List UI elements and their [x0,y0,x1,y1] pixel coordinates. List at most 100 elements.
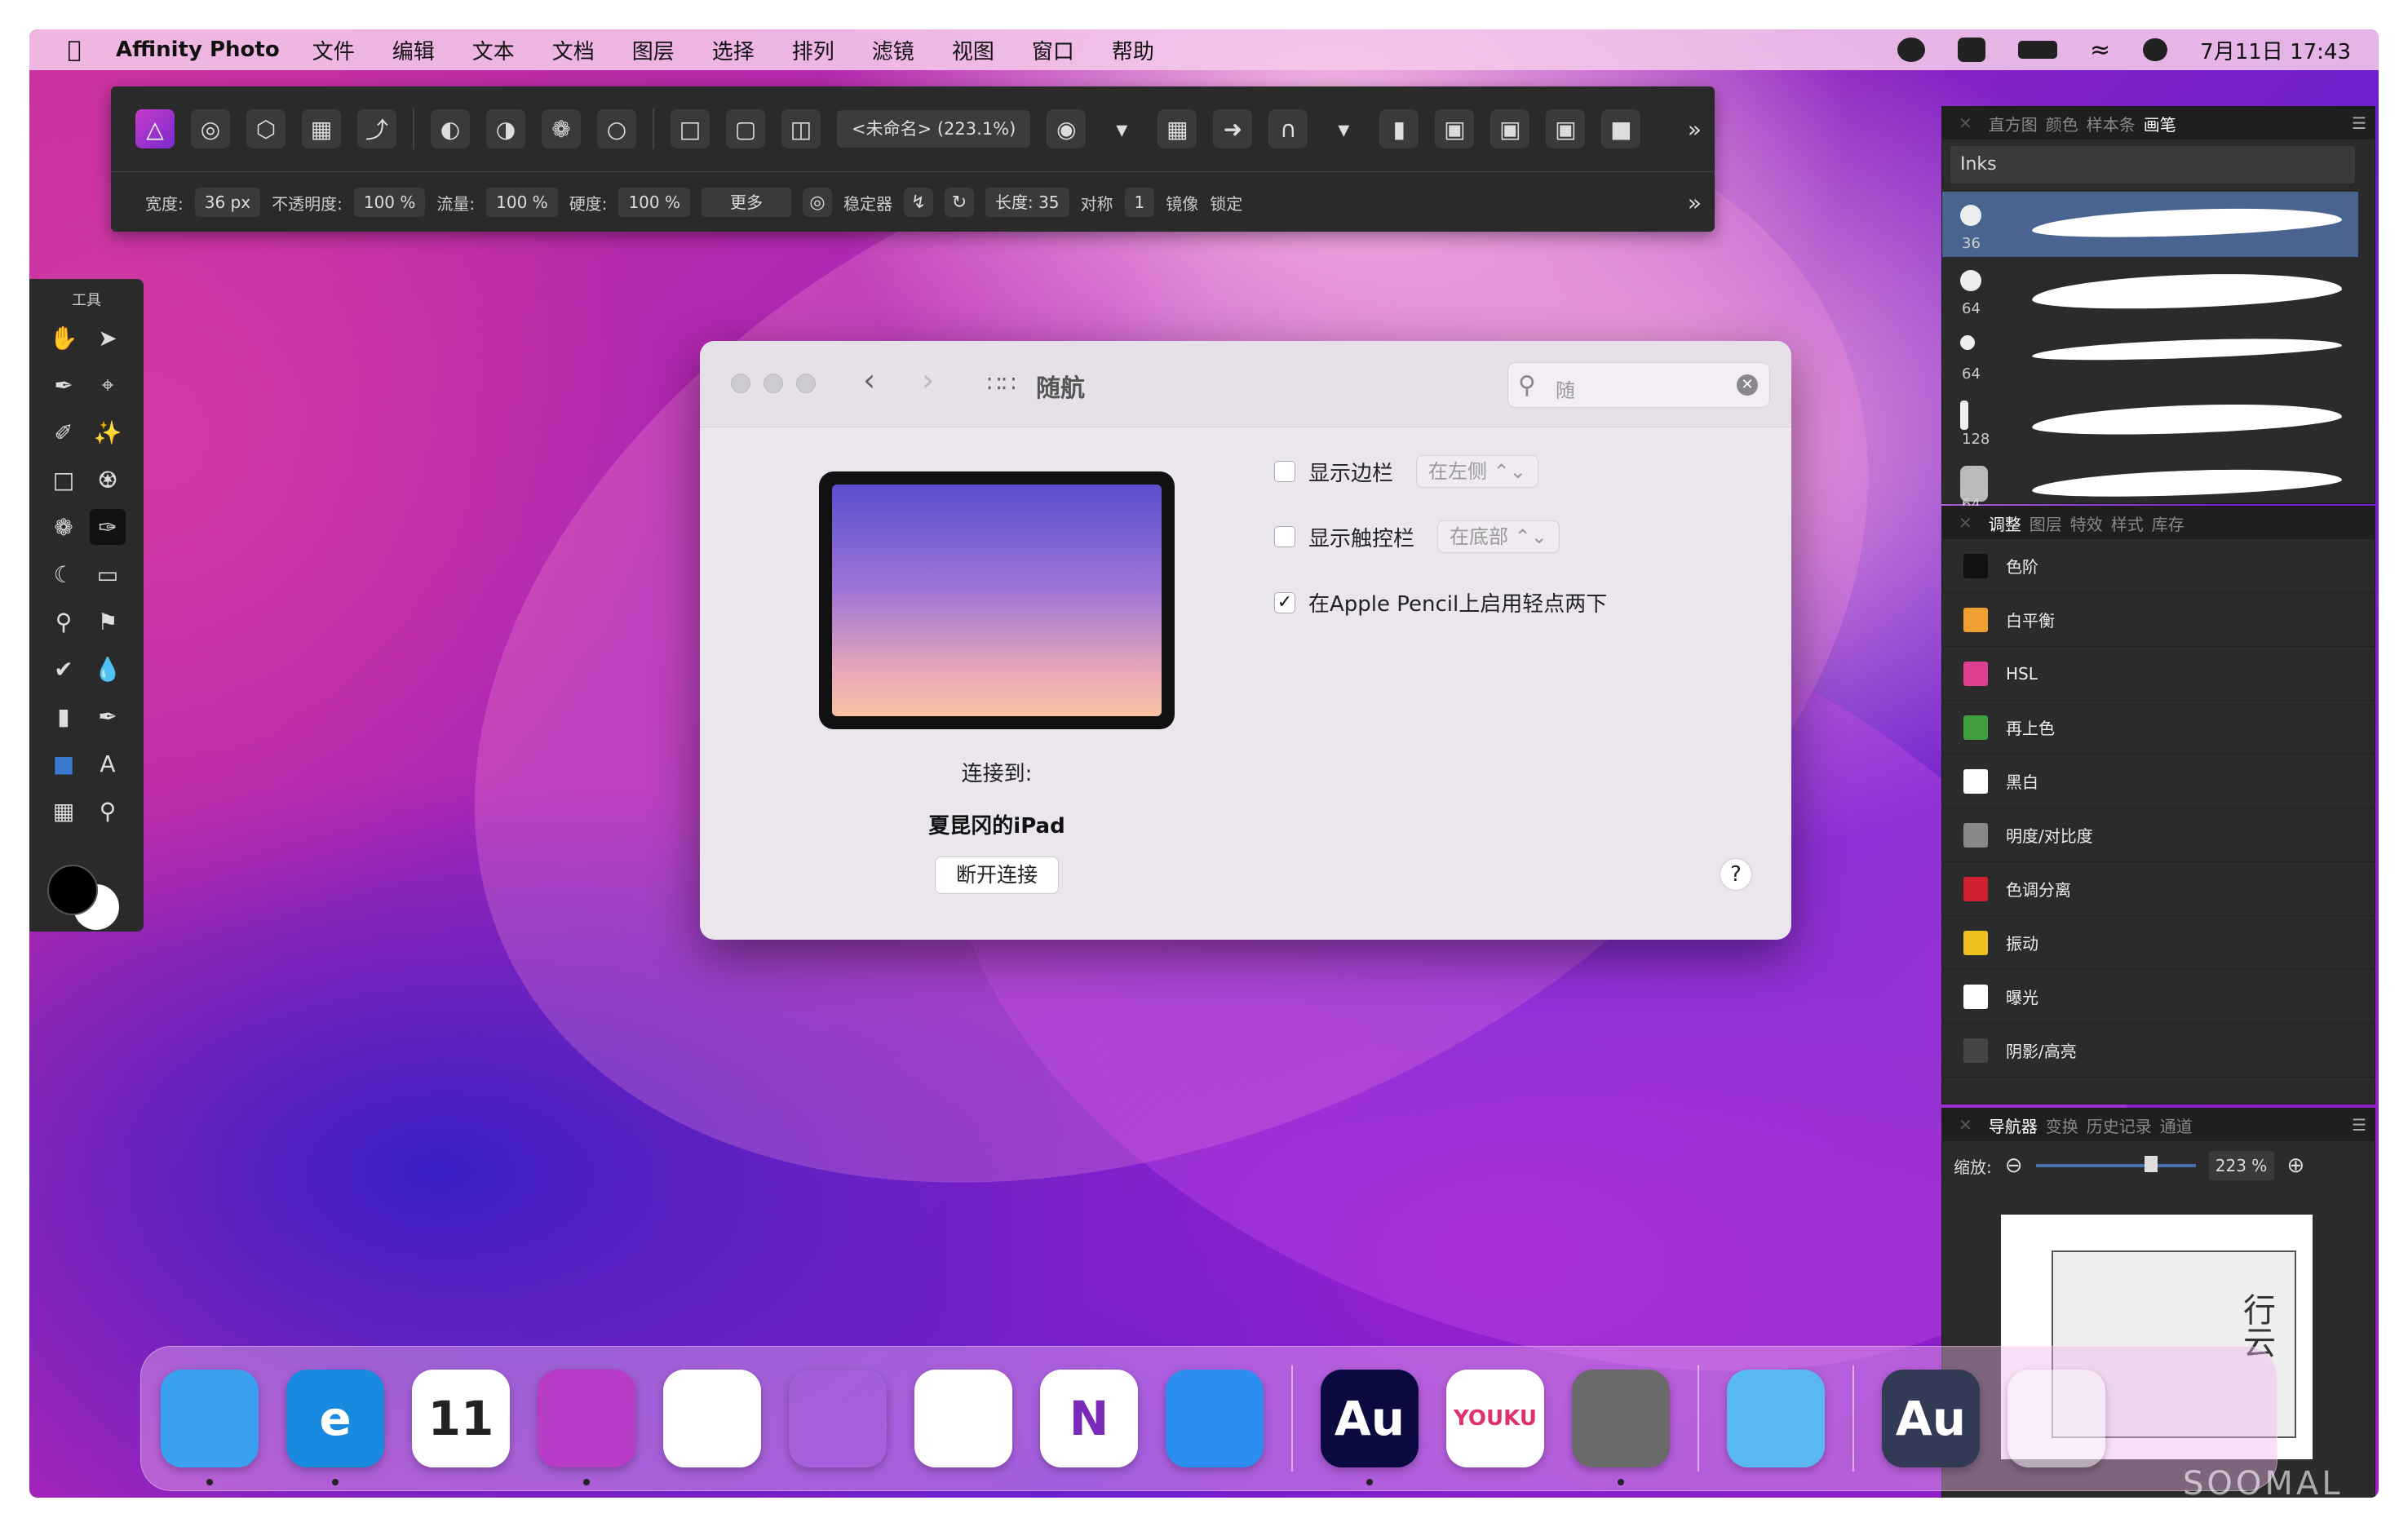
zoom-slider-knob[interactable] [2144,1156,2158,1172]
adjustment-item[interactable]: 曝光 [1942,970,2375,1024]
move-tool-icon[interactable]: ➤ [90,320,126,356]
brush-item[interactable]: 128 [1942,387,2358,453]
adjustment-item[interactable]: 黑白 [1942,755,2375,808]
adjustment-item[interactable]: 再上色 [1942,701,2375,755]
grid-icon[interactable]: ▦ [1158,109,1197,148]
assistant-icon[interactable]: ➜ [1213,109,1253,148]
overflow-chevron-icon[interactable]: » [1688,189,1702,216]
menu-arrange[interactable]: 排列 [792,35,834,65]
color-replacement-tool-icon[interactable]: ❁ [46,509,82,545]
lock-checkbox[interactable]: 锁定 [1210,191,1242,215]
forward-chevron-icon[interactable]: › [922,362,934,398]
adjustment-item[interactable]: 阴影/高亮 [1942,1024,2375,1078]
disconnect-button[interactable]: 断开连接 [935,856,1059,894]
perspective-tool-icon[interactable]: ▦ [46,793,82,829]
adjustment-item[interactable]: 白平衡 [1942,593,2375,647]
arrange-forward-icon[interactable]: ▣ [1490,109,1530,148]
dock-app-affinity-photo[interactable] [538,1370,635,1485]
tab-swatches[interactable]: 样本条 [2087,112,2136,135]
tab-styles[interactable]: 样式 [2111,511,2144,535]
back-chevron-icon[interactable]: ‹ [863,362,875,398]
search-input[interactable]: ⚲ 随 ✕ [1507,362,1770,408]
show-all-grid-icon[interactable]: ∷∷ [987,370,1016,397]
dock-app-vscode[interactable] [663,1370,761,1467]
menu-text[interactable]: 文本 [472,35,515,65]
dropdown-arrow-icon[interactable]: ▾ [1102,109,1141,148]
menu-view[interactable]: 视图 [952,35,994,65]
invert-selection-icon[interactable]: ◫ [781,109,821,148]
more-button[interactable]: 更多 [701,188,791,217]
color-well[interactable] [47,865,129,930]
blur-tool-icon[interactable]: 💧 [90,651,126,687]
tab-histogram[interactable]: 直方图 [1989,112,2038,135]
dock-app-youku[interactable]: YOUKU [1446,1370,1544,1467]
photo-persona-icon[interactable]: △ [135,109,175,148]
adjustment-item[interactable]: 明度/对比度 [1942,808,2375,862]
crop-tool-icon[interactable]: ⌖ [90,367,126,403]
zoom-out-icon[interactable]: ⊖ [2005,1153,2023,1178]
brush-category-select[interactable]: Inks [1950,146,2355,184]
pressure-icon[interactable]: ◎ [802,188,832,217]
minimize-button[interactable] [764,374,783,393]
deselect-icon[interactable]: ▢ [726,109,765,148]
quick-mask-icon[interactable]: ◉ [1047,109,1087,148]
dock-app-system-preferences[interactable] [1572,1370,1670,1485]
flow-field[interactable]: 100 % [486,188,558,217]
tab-brushes[interactable]: 画笔 [2144,112,2176,135]
rectangle-tool-icon[interactable]: ■ [46,746,82,781]
zoom-in-icon[interactable]: ⊕ [2287,1153,2305,1178]
window-mode-icon[interactable]: ↻ [944,188,974,217]
menu-window[interactable]: 窗口 [1032,35,1074,65]
status-app-icon[interactable] [1897,38,1926,62]
symmetry-count-field[interactable]: 1 [1124,188,1155,217]
dock-app-messages[interactable] [1166,1370,1264,1467]
primary-color-swatch[interactable] [47,865,98,915]
tab-transform[interactable]: 变换 [2046,1113,2078,1137]
tab-history[interactable]: 历史记录 [2087,1113,2152,1137]
status-s-icon[interactable] [1958,38,1986,62]
clear-search-icon[interactable]: ✕ [1737,374,1758,396]
blemish-tool-icon[interactable]: ⚲ [46,604,82,640]
paint-brush-tool-icon[interactable]: ✑ [90,509,126,545]
snapping-icon[interactable]: ∩ [1268,109,1308,148]
dock-app-audition[interactable]: Au [1321,1370,1419,1485]
menu-document[interactable]: 文档 [552,35,595,65]
menu-file[interactable]: 文件 [312,35,355,65]
show-touchbar-checkbox[interactable] [1274,526,1295,547]
close-panel-icon[interactable]: ✕ [1959,1115,1972,1135]
opacity-field[interactable]: 100 % [353,188,426,217]
search-value[interactable]: 随 [1556,374,1575,403]
smudge-tool-icon[interactable]: ✔ [46,651,82,687]
length-field[interactable]: 长度: 35 [985,188,1069,217]
panel-menu-icon[interactable]: ☰ [2352,1115,2366,1135]
mirror-checkbox[interactable]: 镜像 [1166,191,1198,215]
dropdown-arrow-icon[interactable]: ▾ [1324,109,1363,148]
help-button[interactable]: ? [1720,858,1752,891]
zoom-slider[interactable] [2035,1156,2196,1172]
control-center-icon[interactable] [2143,38,2168,61]
tab-navigator[interactable]: 导航器 [1989,1113,2038,1137]
flood-fill-tool-icon[interactable]: ♼ [90,462,126,498]
dock-app-calendar[interactable]: 11 [412,1370,510,1467]
adjustment-item[interactable]: 色阶 [1942,539,2375,593]
text-tool-icon[interactable]: A [90,746,126,781]
tab-channels[interactable]: 通道 [2160,1113,2193,1137]
dock-app-trash[interactable] [2007,1370,2105,1467]
stabilizer-checkbox[interactable]: 稳定器 [843,191,892,215]
arrange-front-icon[interactable]: ▣ [1546,109,1586,148]
mesh-warp-tool-icon[interactable]: ▮ [46,698,82,734]
tab-adjustments[interactable]: 调整 [1989,511,2021,535]
menu-filters[interactable]: 滤镜 [872,35,914,65]
menu-select[interactable]: 选择 [712,35,755,65]
pen-tool-icon[interactable]: ✒ [90,698,126,734]
wifi-icon[interactable]: ≈ [2090,36,2110,64]
dock-app-qq[interactable] [789,1370,887,1467]
show-sidebar-checkbox[interactable] [1274,461,1295,482]
tab-stock[interactable]: 库存 [2152,511,2184,535]
brush-item[interactable]: 36 [1942,192,2358,257]
menu-layer[interactable]: 图层 [632,35,675,65]
close-button[interactable] [731,374,750,393]
brush-item[interactable]: 64 [1942,322,2358,387]
zoom-value-field[interactable]: 223 % [2208,1151,2274,1180]
close-panel-icon[interactable]: ✕ [1959,113,1972,133]
